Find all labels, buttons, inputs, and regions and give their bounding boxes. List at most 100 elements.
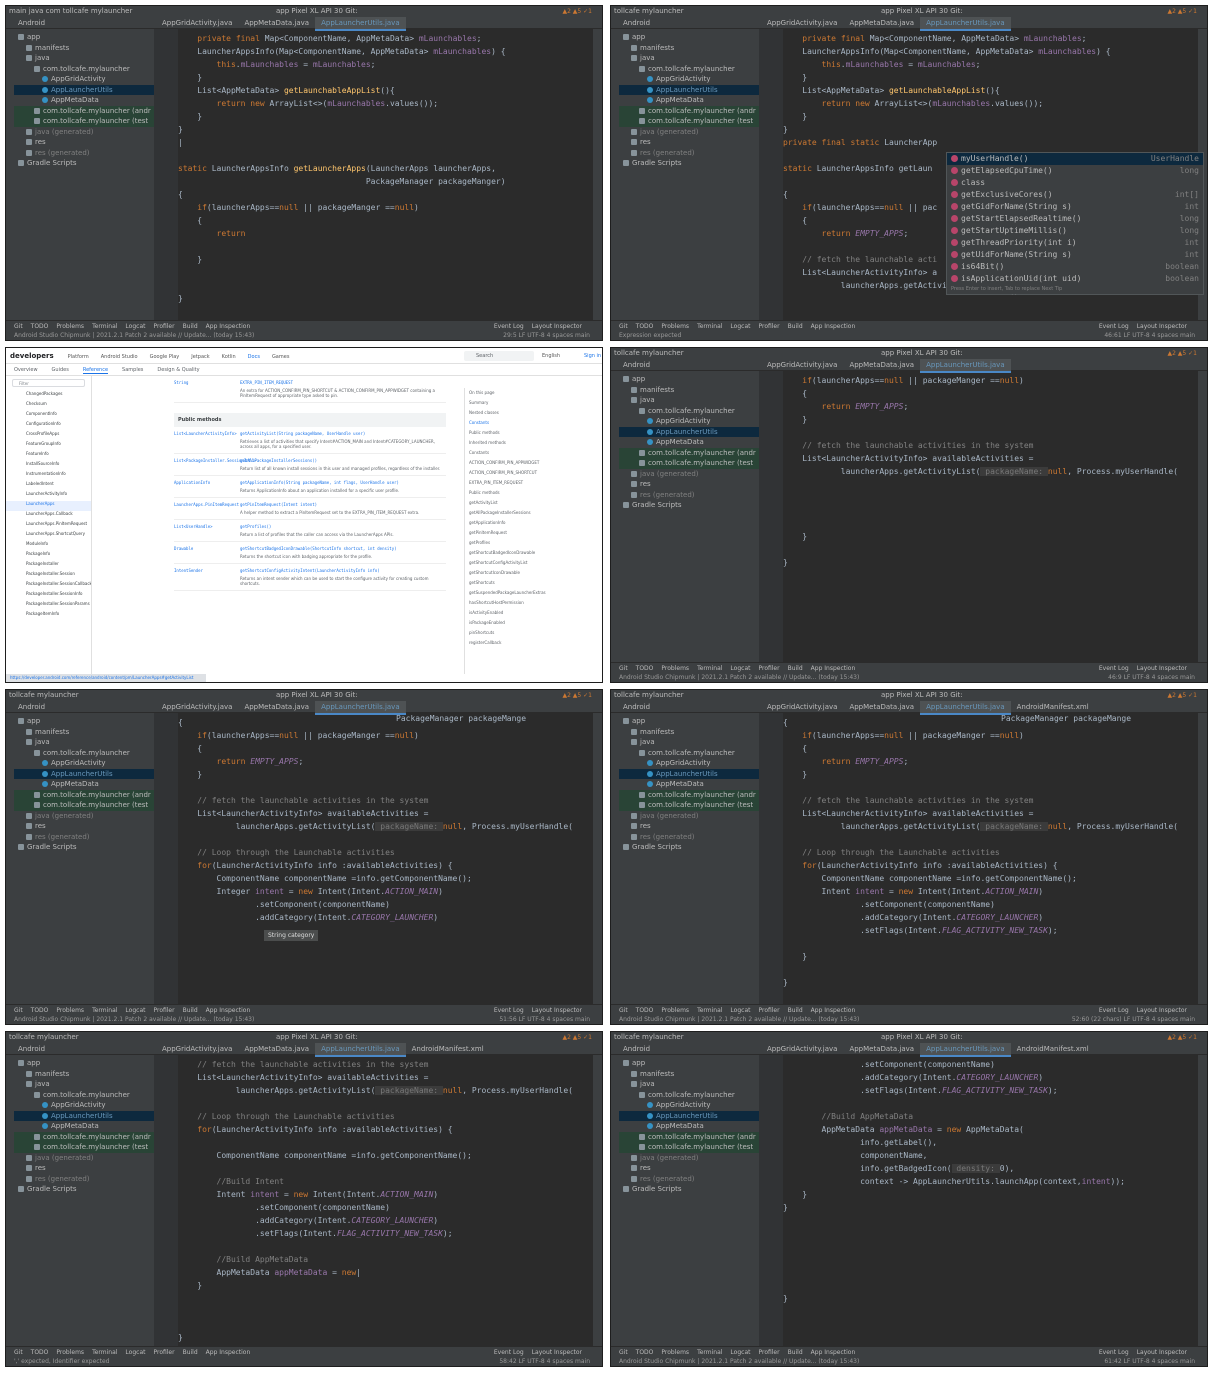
cursor-position[interactable]: 58:42 LF UTF-8 4 spaces main <box>499 1358 590 1365</box>
sidebar-item[interactable]: PackageInstaller.SessionParams <box>6 601 91 611</box>
code-editor[interactable]: private final Map<ComponentName, AppMeta… <box>178 29 593 320</box>
toc-link[interactable]: Summary <box>469 398 554 408</box>
tree-item[interactable]: manifests <box>14 43 154 54</box>
right-tool-strip[interactable] <box>593 29 602 320</box>
sidebar-item[interactable]: ModuleInfo <box>6 541 91 551</box>
tree-item[interactable]: AppGridActivity <box>14 1100 154 1111</box>
tree-item[interactable]: AppGridActivity <box>619 1100 759 1111</box>
tree-item[interactable]: app <box>14 1058 154 1069</box>
subnav-guides[interactable]: Guides <box>52 367 69 373</box>
code-editor[interactable]: { if(launcherApps==null || packageManger… <box>178 713 593 1004</box>
tree-item[interactable]: java <box>14 1079 154 1090</box>
return-type[interactable]: List<LauncherActivityInfo> <box>174 431 240 449</box>
nav-link-games[interactable]: Games <box>272 349 290 365</box>
nav-link-android-studio[interactable]: Android Studio <box>101 349 138 365</box>
tree-item[interactable]: res <box>14 1163 154 1174</box>
tree-item[interactable]: AppGridActivity <box>619 416 759 427</box>
run-config-select[interactable]: app <box>881 7 896 15</box>
tree-item[interactable]: com.tollcafe.mylauncher (andr <box>14 105 154 116</box>
completion-item[interactable]: isApplicationUid(int uid) boolean <box>947 273 1203 285</box>
sidebar-item[interactable]: LauncherApps <box>6 501 91 511</box>
code-editor[interactable]: { if(launcherApps==null || packageManger… <box>783 713 1198 1004</box>
completion-item[interactable]: getThreadPriority(int i) int <box>947 237 1203 249</box>
file-tab[interactable]: AppGridActivity.java <box>761 1043 843 1055</box>
nav-link-docs[interactable]: Docs <box>248 349 260 365</box>
sidebar-item[interactable]: ChangedPackages <box>6 391 91 401</box>
left-tool-strip[interactable] <box>611 713 619 1004</box>
tree-item[interactable]: AppLauncherUtils <box>619 768 759 779</box>
completion-item[interactable]: myUserHandle() UserHandle <box>947 153 1203 165</box>
tree-item[interactable]: com.tollcafe.mylauncher (test <box>14 1142 154 1153</box>
toc-link[interactable]: pinShortcuts <box>469 628 554 638</box>
subnav-design-quality[interactable]: Design & Quality <box>157 367 199 373</box>
subnav-overview[interactable]: Overview <box>14 367 38 373</box>
toc-link[interactable]: getActivityList <box>469 498 554 508</box>
breadcrumb[interactable]: tollcafe mylauncher <box>614 349 684 357</box>
completion-item[interactable]: getStartElapsedRealtime() long <box>947 213 1203 225</box>
breadcrumb[interactable]: tollcafe mylauncher <box>614 7 684 15</box>
tree-item[interactable]: com.tollcafe.mylauncher (test <box>619 800 759 811</box>
project-view-select[interactable]: Android <box>623 18 650 28</box>
breadcrumb[interactable]: tollcafe mylauncher <box>9 691 79 699</box>
completion-item[interactable]: class <box>947 177 1203 189</box>
file-tab[interactable]: AppGridActivity.java <box>761 359 843 371</box>
file-tab[interactable]: AppGridActivity.java <box>761 701 843 713</box>
cursor-position[interactable]: 46:61 LF UTF-8 4 spaces main <box>1104 332 1195 339</box>
tree-item[interactable]: java (generated) <box>619 469 759 480</box>
tree-item[interactable]: manifests <box>619 385 759 396</box>
toc-link[interactable]: isPackageEnabled <box>469 618 554 628</box>
tree-item[interactable]: res (generated) <box>14 832 154 843</box>
tree-item[interactable]: res (generated) <box>619 832 759 843</box>
file-tab[interactable]: AppMetaData.java <box>238 1043 315 1055</box>
member-signature[interactable]: getPinItemRequest(Intent intent) <box>240 502 446 507</box>
completion-item[interactable]: getGidForName(String s) int <box>947 201 1203 213</box>
tree-item[interactable]: AppGridActivity <box>14 758 154 769</box>
file-tab[interactable]: AppMetaData.java <box>843 359 920 371</box>
project-view-select[interactable]: Android <box>623 360 650 370</box>
tree-item[interactable]: java (generated) <box>14 1153 154 1164</box>
member-signature[interactable]: EXTRA_PIN_ITEM_REQUEST <box>240 380 446 385</box>
tree-item[interactable]: com.tollcafe.mylauncher (andr <box>619 789 759 800</box>
tree-item[interactable]: res <box>619 137 759 148</box>
tree-item[interactable]: manifests <box>14 727 154 738</box>
sidebar-item[interactable]: CrossProfileApps <box>6 431 91 441</box>
nav-link-google-play[interactable]: Google Play <box>150 349 180 365</box>
toc-link[interactable]: Constants <box>469 418 554 428</box>
file-tab[interactable]: AppGridActivity.java <box>761 17 843 29</box>
sidebar-item[interactable]: InstrumentationInfo <box>6 471 91 481</box>
toc-link[interactable]: getAllPackageInstallerSessions <box>469 508 554 518</box>
toc-link[interactable]: getShortcuts <box>469 578 554 588</box>
completion-item[interactable]: getElapsedCpuTime() long <box>947 165 1203 177</box>
toc-link[interactable]: getShortcutConfigActivityList <box>469 558 554 568</box>
project-view-select[interactable]: Android <box>623 1044 650 1054</box>
tree-item[interactable]: app <box>619 32 759 43</box>
search-input[interactable]: Search <box>464 351 534 361</box>
run-config-select[interactable]: app <box>276 7 291 15</box>
tree-item[interactable]: res (generated) <box>619 1174 759 1185</box>
toc-link[interactable]: Public methods <box>469 488 554 498</box>
toc-link[interactable]: getShortcutIconDrawable <box>469 568 554 578</box>
inspection-widget[interactable]: ▲2 ▲5 ✓1 <box>1167 8 1197 15</box>
toc-link[interactable]: getShortcutBadgedIconDrawable <box>469 548 554 558</box>
inspection-widget[interactable]: ▲2 ▲5 ✓1 <box>1167 350 1197 357</box>
tree-item[interactable]: manifests <box>619 43 759 54</box>
device-select[interactable]: Pixel XL API 30 <box>896 691 950 699</box>
tree-item[interactable]: manifests <box>619 1069 759 1080</box>
tree-item[interactable]: com.tollcafe.mylauncher (andr <box>619 1131 759 1142</box>
tree-item[interactable]: AppLauncherUtils <box>14 84 154 95</box>
member-signature[interactable]: getShortcutBadgedIconDrawable(ShortcutIn… <box>240 546 446 551</box>
breadcrumb[interactable]: tollcafe mylauncher <box>9 1033 79 1041</box>
tree-item[interactable]: res <box>14 137 154 148</box>
member-signature[interactable]: getShortcutConfigActivityIntent(Launcher… <box>240 568 446 573</box>
tree-item[interactable]: AppLauncherUtils <box>619 84 759 95</box>
tree-item[interactable]: java (generated) <box>619 1153 759 1164</box>
sidebar-item[interactable]: LauncherActivityInfo <box>6 491 91 501</box>
tree-item[interactable]: Gradle Scripts <box>14 158 154 169</box>
tree-item[interactable]: AppMetaData <box>619 95 759 106</box>
tree-item[interactable]: AppLauncherUtils <box>14 768 154 779</box>
device-select[interactable]: Pixel XL API 30 <box>896 349 950 357</box>
cursor-position[interactable]: 46:9 LF UTF-8 4 spaces main <box>1108 674 1195 681</box>
tree-item[interactable]: com.tollcafe.mylauncher <box>619 406 759 417</box>
tree-item[interactable]: AppMetaData <box>14 95 154 106</box>
tree-item[interactable]: AppMetaData <box>14 1121 154 1132</box>
